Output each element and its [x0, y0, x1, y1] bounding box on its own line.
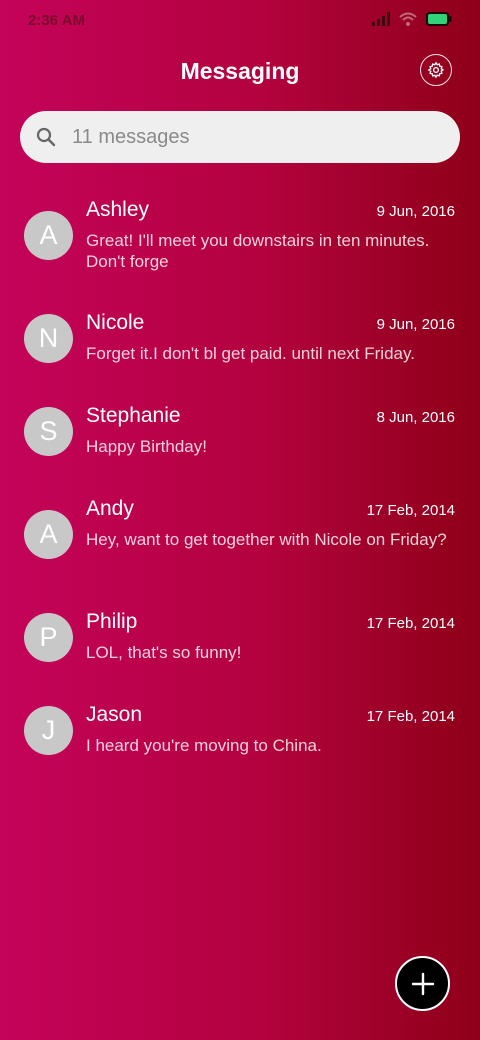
- message-preview: I heard you're moving to China.: [86, 736, 322, 755]
- list-item[interactable]: A Ashley 9 Jun, 2016 Great! I'll meet yo…: [0, 190, 480, 303]
- message-preview: Great! I'll meet you downstairs in ten m…: [86, 231, 430, 271]
- message-preview: Happy Birthday!: [86, 437, 207, 456]
- avatar: J: [24, 706, 73, 755]
- search-icon: [36, 127, 56, 147]
- status-bar: 2:36 AM: [0, 0, 480, 44]
- page-title: Messaging: [180, 58, 300, 84]
- gear-icon: [427, 61, 445, 79]
- message-date: 17 Feb, 2014: [366, 708, 455, 725]
- avatar: N: [24, 314, 73, 363]
- plus-icon: [411, 972, 435, 996]
- message-preview: Hey, want to get together with Nicole on…: [86, 530, 447, 549]
- message-preview: LOL, that's so funny!: [86, 643, 242, 662]
- new-message-button[interactable]: [395, 956, 450, 1011]
- contact-name: Andy: [86, 497, 134, 520]
- avatar: A: [24, 211, 73, 260]
- app-header: Messaging: [0, 44, 480, 104]
- message-preview: Forget it.I don't bl get paid. until nex…: [86, 344, 415, 363]
- message-date: 8 Jun, 2016: [376, 409, 455, 426]
- battery-icon: [426, 12, 452, 31]
- message-date: 9 Jun, 2016: [376, 316, 455, 333]
- list-item[interactable]: A Andy 17 Feb, 2014 Hey, want to get tog…: [0, 489, 480, 602]
- status-icons: [372, 12, 452, 31]
- contact-name: Philip: [86, 610, 138, 633]
- message-date: 17 Feb, 2014: [366, 615, 455, 632]
- contact-name: Nicole: [86, 311, 145, 334]
- search-input[interactable]: 11 messages: [72, 126, 189, 149]
- list-item[interactable]: P Philip 17 Feb, 2014 LOL, that's so fun…: [0, 602, 480, 695]
- contact-name: Ashley: [86, 198, 150, 221]
- contact-name: Jason: [86, 703, 143, 726]
- list-item[interactable]: J Jason 17 Feb, 2014 I heard you're movi…: [0, 695, 480, 788]
- status-time: 2:36 AM: [28, 12, 85, 29]
- avatar: S: [24, 407, 73, 456]
- avatar: A: [24, 510, 73, 559]
- message-date: 17 Feb, 2014: [366, 502, 455, 519]
- contact-name: Stephanie: [86, 404, 181, 427]
- avatar: P: [24, 613, 73, 662]
- signal-icon: [372, 12, 390, 31]
- list-item[interactable]: S Stephanie 8 Jun, 2016 Happy Birthday!: [0, 396, 480, 489]
- wifi-icon: [399, 12, 417, 31]
- message-list: A Ashley 9 Jun, 2016 Great! I'll meet yo…: [0, 190, 480, 788]
- list-item[interactable]: N Nicole 9 Jun, 2016 Forget it.I don't b…: [0, 303, 480, 396]
- message-date: 9 Jun, 2016: [376, 203, 455, 220]
- search-bar[interactable]: 11 messages: [20, 111, 460, 163]
- settings-button[interactable]: [420, 54, 452, 86]
